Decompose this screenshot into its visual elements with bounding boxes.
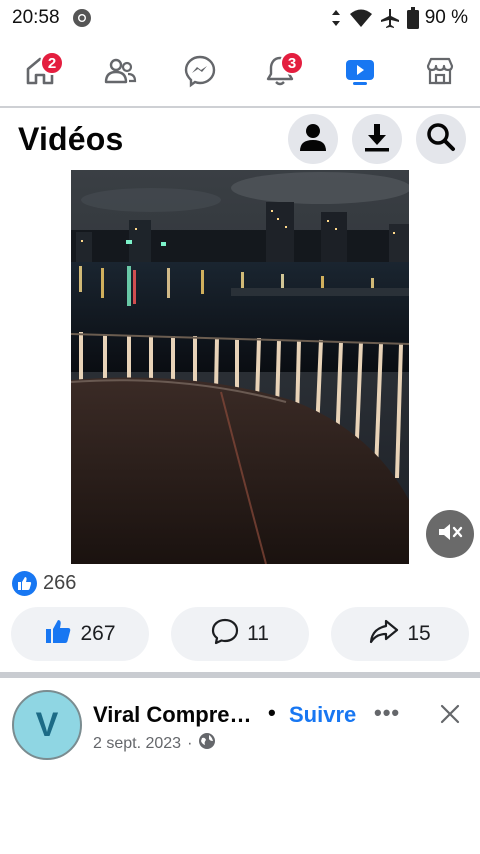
home-badge: 2 <box>40 51 64 75</box>
close-icon[interactable] <box>438 702 462 726</box>
nav-divider <box>0 106 480 108</box>
mute-button[interactable] <box>426 510 474 558</box>
reactions-summary[interactable]: 266 <box>12 570 76 596</box>
more-options-button[interactable]: ••• <box>374 700 400 726</box>
like-button[interactable]: 267 <box>11 607 149 661</box>
share-icon <box>369 617 399 651</box>
like-count: 267 <box>80 622 116 645</box>
status-time: 20:58 <box>12 7 60 28</box>
reactions-count: 266 <box>43 571 77 594</box>
section-separator <box>0 672 480 678</box>
like-icon <box>44 617 72 651</box>
mute-icon <box>437 521 463 548</box>
friends-icon <box>103 54 137 93</box>
post-meta: 2 sept. 2023 · <box>93 732 216 755</box>
search-button[interactable] <box>416 114 466 164</box>
author-separator: • <box>268 700 276 725</box>
comment-button[interactable]: 11 <box>171 607 309 661</box>
nav-messenger[interactable] <box>170 43 230 103</box>
post-date: 2 sept. 2023 <box>93 734 182 752</box>
top-nav-bar: 2 3 <box>0 40 480 106</box>
download-button[interactable] <box>352 114 402 164</box>
messenger-icon <box>183 54 217 93</box>
status-bar: 20:58 90 % <box>0 0 480 36</box>
chrome-icon <box>72 8 92 28</box>
nav-friends[interactable] <box>90 43 150 103</box>
airplane-icon <box>379 7 401 29</box>
share-button[interactable]: 15 <box>331 607 469 661</box>
video-player[interactable] <box>71 170 409 564</box>
profile-icon <box>299 122 327 157</box>
nav-home[interactable]: 2 <box>10 43 70 103</box>
action-bar: 267 11 15 <box>11 607 469 661</box>
search-icon <box>426 122 456 157</box>
date-separator: · <box>187 734 193 752</box>
nav-notifications[interactable]: 3 <box>250 43 310 103</box>
battery-icon <box>406 7 419 29</box>
battery-percent: 90 % <box>424 7 468 28</box>
post-header: V Viral Compre… • Suivre ••• 2 sept. 202… <box>0 688 480 768</box>
like-reaction-icon <box>12 570 37 596</box>
notifications-badge: 3 <box>280 51 304 75</box>
videos-header: Vidéos <box>0 110 480 168</box>
post-author-name[interactable]: Viral Compre… <box>93 702 252 728</box>
marketplace-icon <box>423 54 457 93</box>
globe-icon <box>198 732 216 755</box>
nav-marketplace[interactable] <box>410 43 470 103</box>
download-icon <box>363 122 391 157</box>
avatar[interactable]: V <box>12 690 82 760</box>
comment-icon <box>211 617 239 651</box>
video-icon <box>343 54 377 93</box>
nav-video[interactable] <box>330 43 390 103</box>
page-title: Vidéos <box>18 120 124 157</box>
wifi-icon <box>349 8 373 28</box>
vibrate-icon <box>329 8 343 28</box>
follow-button[interactable]: Suivre <box>289 702 356 728</box>
profile-button[interactable] <box>288 114 338 164</box>
avatar-letter: V <box>35 705 59 744</box>
comment-count: 11 <box>247 622 269 645</box>
share-count: 15 <box>407 622 431 645</box>
